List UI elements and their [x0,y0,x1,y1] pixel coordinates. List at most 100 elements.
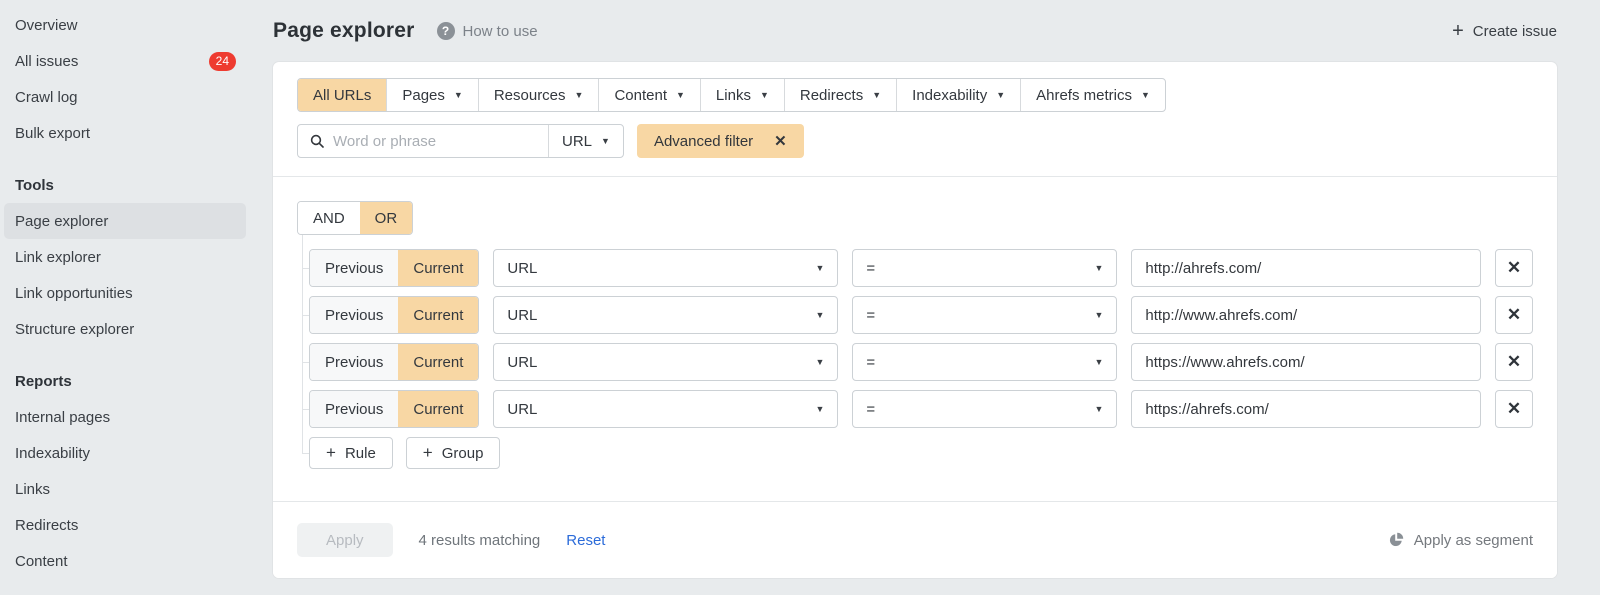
operator-select[interactable]: = ▼ [852,343,1118,381]
current-label: Current [413,306,464,324]
previous-toggle[interactable]: Previous [310,344,399,380]
create-issue-label: Create issue [1472,22,1557,40]
operator-select[interactable]: = ▼ [852,390,1118,428]
rule-value-input[interactable] [1131,296,1481,334]
issues-count-badge: 24 [208,51,236,71]
or-toggle[interactable]: OR [359,202,413,234]
rule-row: Previous Current URL ▼ = ▼ [302,296,1533,334]
question-icon: ? [436,22,455,40]
sidebar-item-crawl-log[interactable]: Crawl log [4,79,246,115]
tab-label: Links [715,86,751,104]
sidebar-item-bulk-export[interactable]: Bulk export [4,115,246,151]
apply-as-segment-label: Apply as segment [1413,531,1533,549]
results-count-text: 4 results matching [418,531,541,549]
search-row: URL ▼ Advanced filter ✕ [297,124,1533,158]
chevron-down-icon: ▼ [453,90,463,100]
close-icon: ✕ [1506,399,1522,418]
rule-value-input[interactable] [1131,390,1481,428]
field-select[interactable]: URL ▼ [493,343,839,381]
sidebar-item-content[interactable]: Content [4,543,246,579]
tab-pages[interactable]: Pages ▼ [386,79,477,111]
advanced-filter-button[interactable]: Advanced filter ✕ [636,124,804,158]
delete-rule-button[interactable]: ✕ [1495,343,1533,381]
tab-links[interactable]: Links ▼ [699,79,784,111]
sidebar-item-link-opportunities[interactable]: Link opportunities [4,275,246,311]
previous-toggle[interactable]: Previous [310,250,399,286]
current-label: Current [413,259,464,277]
sidebar-item-redirects[interactable]: Redirects [4,507,246,543]
field-select[interactable]: URL ▼ [493,249,839,287]
create-issue-button[interactable]: + Create issue [1452,21,1557,41]
plus-icon: + [422,443,433,462]
apply-button[interactable]: Apply [297,523,393,557]
chevron-down-icon: ▼ [996,90,1006,100]
chevron-down-icon: ▼ [815,357,825,367]
apply-as-segment-button[interactable]: Apply as segment [1388,532,1533,549]
sidebar-item-label: Bulk export [15,124,91,142]
sidebar-item-page-explorer[interactable]: Page explorer [4,203,246,239]
add-row: + Rule + Group [302,437,1533,469]
filter-tab-group: All URLs Pages ▼ Resources ▼ Content ▼ L… [297,78,1166,112]
sidebar-item-overview[interactable]: Overview [4,7,246,43]
sidebar-item-all-issues[interactable]: All issues 24 [4,43,246,79]
sidebar-item-label: All issues [15,52,79,70]
current-toggle[interactable]: Current [398,344,479,380]
search-group: URL ▼ [297,124,624,158]
delete-rule-button[interactable]: ✕ [1495,249,1533,287]
delete-rule-button[interactable]: ✕ [1495,390,1533,428]
sidebar-item-links[interactable]: Links [4,471,246,507]
previous-toggle[interactable]: Previous [310,391,399,427]
sidebar-item-label: Links [15,480,51,498]
tab-all-urls[interactable]: All URLs [298,79,387,111]
field-value: URL [507,306,538,324]
tab-content[interactable]: Content ▼ [598,79,699,111]
tab-ahrefs-metrics[interactable]: Ahrefs metrics ▼ [1020,79,1165,111]
chevron-down-icon: ▼ [1094,263,1104,273]
tab-redirects[interactable]: Redirects ▼ [783,79,896,111]
field-select[interactable]: URL ▼ [493,296,839,334]
field-select[interactable]: URL ▼ [493,390,839,428]
close-icon[interactable]: ✕ [774,132,787,150]
operator-value: = [866,306,876,324]
chevron-down-icon: ▼ [759,90,769,100]
operator-select[interactable]: = ▼ [852,249,1118,287]
delete-rule-button[interactable]: ✕ [1495,296,1533,334]
tab-indexability[interactable]: Indexability ▼ [896,79,1020,111]
page-title: Page explorer [273,19,415,42]
previous-toggle[interactable]: Previous [310,297,399,333]
add-rule-label: Rule [344,444,376,462]
sidebar-item-label: Redirects [15,516,79,534]
and-toggle[interactable]: AND [298,202,360,234]
tab-label: Ahrefs metrics [1036,86,1132,104]
version-toggle: Previous Current [309,390,480,428]
sidebar-item-structure-explorer[interactable]: Structure explorer [4,311,246,347]
how-to-use-link[interactable]: ? How to use [436,22,538,40]
sidebar-item-internal-pages[interactable]: Internal pages [4,399,246,435]
chevron-down-icon: ▼ [1140,90,1150,100]
card-footer: Apply 4 results matching Reset Apply as … [273,501,1557,578]
sidebar-item-label: Indexability [15,444,91,462]
sidebar-heading-reports: Reports [15,372,72,390]
chevron-down-icon: ▼ [676,90,685,100]
advanced-filter-label: Advanced filter [653,132,754,150]
sidebar-item-label: Page explorer [15,212,109,230]
current-toggle[interactable]: Current [398,250,479,286]
add-rule-button[interactable]: + Rule [309,437,393,469]
tab-resources[interactable]: Resources ▼ [477,79,599,111]
rule-value-input[interactable] [1131,343,1481,381]
search-scope-select[interactable]: URL ▼ [548,125,623,157]
sidebar-item-link-explorer[interactable]: Link explorer [4,239,246,275]
reset-link[interactable]: Reset [566,532,605,549]
sidebar-item-indexability[interactable]: Indexability [4,435,246,471]
close-icon: ✕ [1506,305,1522,324]
current-toggle[interactable]: Current [398,391,479,427]
tab-label: All URLs [313,86,372,104]
operator-select[interactable]: = ▼ [852,296,1118,334]
chevron-down-icon: ▼ [601,136,610,146]
search-input[interactable] [333,132,548,150]
field-value: URL [507,259,538,277]
current-label: Current [413,353,464,371]
current-toggle[interactable]: Current [398,297,479,333]
add-group-button[interactable]: + Group [405,437,501,469]
rule-value-input[interactable] [1131,249,1481,287]
